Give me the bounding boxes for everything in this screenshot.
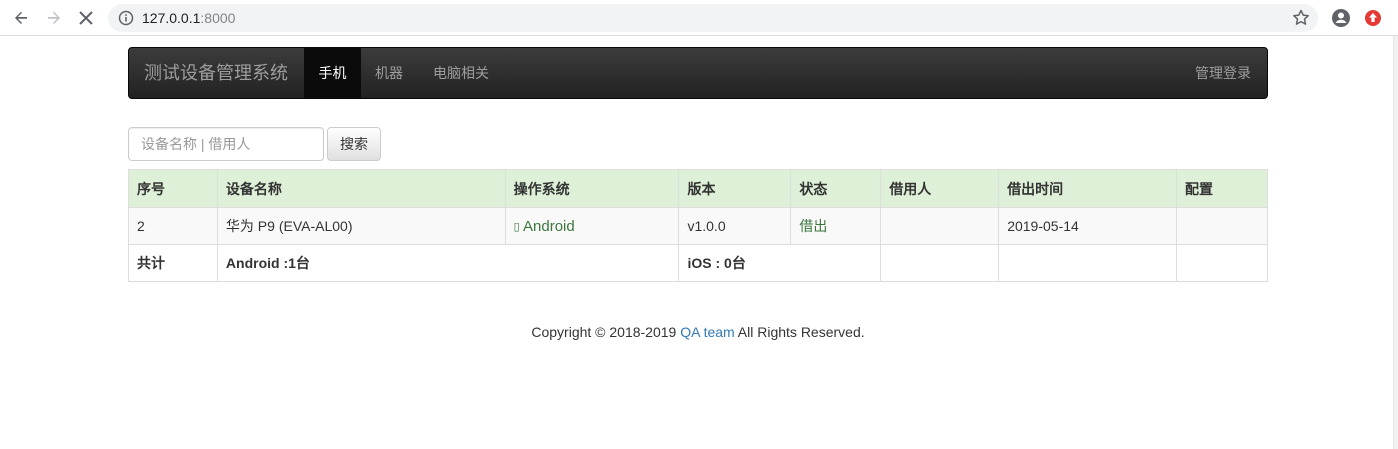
nav-item-phone[interactable]: 手机 bbox=[304, 48, 361, 98]
cell-borrow-time: 2019-05-14 bbox=[998, 207, 1178, 245]
nav-item-machine[interactable]: 机器 bbox=[375, 48, 403, 98]
extension-icon[interactable] bbox=[1362, 7, 1384, 29]
cell-status: 借出 bbox=[790, 207, 882, 245]
footer-suffix: All Rights Reserved. bbox=[734, 324, 865, 340]
address-bar[interactable]: 127.0.0.1:8000 bbox=[108, 4, 1318, 32]
total-empty-2 bbox=[998, 244, 1178, 282]
search-button[interactable]: 搜索 bbox=[327, 127, 381, 161]
header-os: 操作系统 bbox=[504, 169, 680, 208]
total-empty-1 bbox=[880, 244, 1000, 282]
cell-borrower bbox=[880, 207, 1000, 245]
header-borrow-time: 借出时间 bbox=[998, 169, 1178, 208]
nav-item-computer[interactable]: 电脑相关 bbox=[433, 48, 489, 98]
cell-device-name: 华为 P9 (EVA-AL00) bbox=[216, 207, 506, 245]
info-icon[interactable] bbox=[118, 10, 134, 26]
stop-loading-icon[interactable] bbox=[74, 6, 98, 30]
header-config: 配置 bbox=[1176, 169, 1268, 208]
url-port: :8000 bbox=[200, 10, 236, 26]
url-text[interactable]: 127.0.0.1:8000 bbox=[142, 9, 235, 27]
header-version: 版本 bbox=[678, 169, 792, 208]
account-icon[interactable] bbox=[1330, 7, 1352, 29]
android-icon: ▯ bbox=[513, 220, 520, 233]
cell-index: 2 bbox=[128, 207, 218, 245]
header-status: 状态 bbox=[790, 169, 882, 208]
header-borrower: 借用人 bbox=[880, 169, 1000, 208]
total-empty-3 bbox=[1176, 244, 1268, 282]
footer-prefix: Copyright © 2018-2019 bbox=[531, 324, 681, 340]
page-scrollbar[interactable] bbox=[1393, 36, 1398, 449]
cell-os-label: Android bbox=[523, 217, 575, 235]
total-ios: iOS : 0台 bbox=[678, 244, 882, 282]
header-device-name: 设备名称 bbox=[216, 169, 506, 208]
device-table: 序号 设备名称 操作系统 版本 状态 借用人 借出时间 配置 2 华为 P9 (… bbox=[128, 169, 1268, 282]
page-footer: Copyright © 2018-2019 QA team All Rights… bbox=[0, 324, 1396, 340]
header-index: 序号 bbox=[128, 169, 218, 208]
total-label: 共计 bbox=[128, 244, 218, 282]
total-row: 共计 Android :1台 iOS : 0台 bbox=[128, 244, 1268, 282]
nav-item-admin-login[interactable]: 管理登录 bbox=[1195, 48, 1251, 98]
main-navbar: 测试设备管理系统 手机 机器 电脑相关 管理登录 bbox=[128, 47, 1268, 99]
search-input[interactable] bbox=[128, 127, 324, 161]
bookmark-star-icon[interactable] bbox=[1290, 7, 1312, 29]
table-header-row: 序号 设备名称 操作系统 版本 状态 借用人 借出时间 配置 bbox=[128, 169, 1268, 208]
back-icon[interactable] bbox=[9, 6, 33, 30]
brand-title[interactable]: 测试设备管理系统 bbox=[144, 62, 288, 84]
total-android: Android :1台 bbox=[216, 244, 680, 282]
forward-icon[interactable] bbox=[42, 6, 66, 30]
browser-toolbar: 127.0.0.1:8000 bbox=[0, 0, 1398, 36]
footer-team-link[interactable]: QA team bbox=[680, 324, 734, 340]
cell-config bbox=[1176, 207, 1268, 245]
cell-os: ▯ Android bbox=[504, 207, 680, 245]
table-row: 2 华为 P9 (EVA-AL00) ▯ Android v1.0.0 借出 2… bbox=[128, 207, 1268, 245]
url-host: 127.0.0.1 bbox=[142, 10, 201, 26]
cell-version: v1.0.0 bbox=[678, 207, 792, 245]
